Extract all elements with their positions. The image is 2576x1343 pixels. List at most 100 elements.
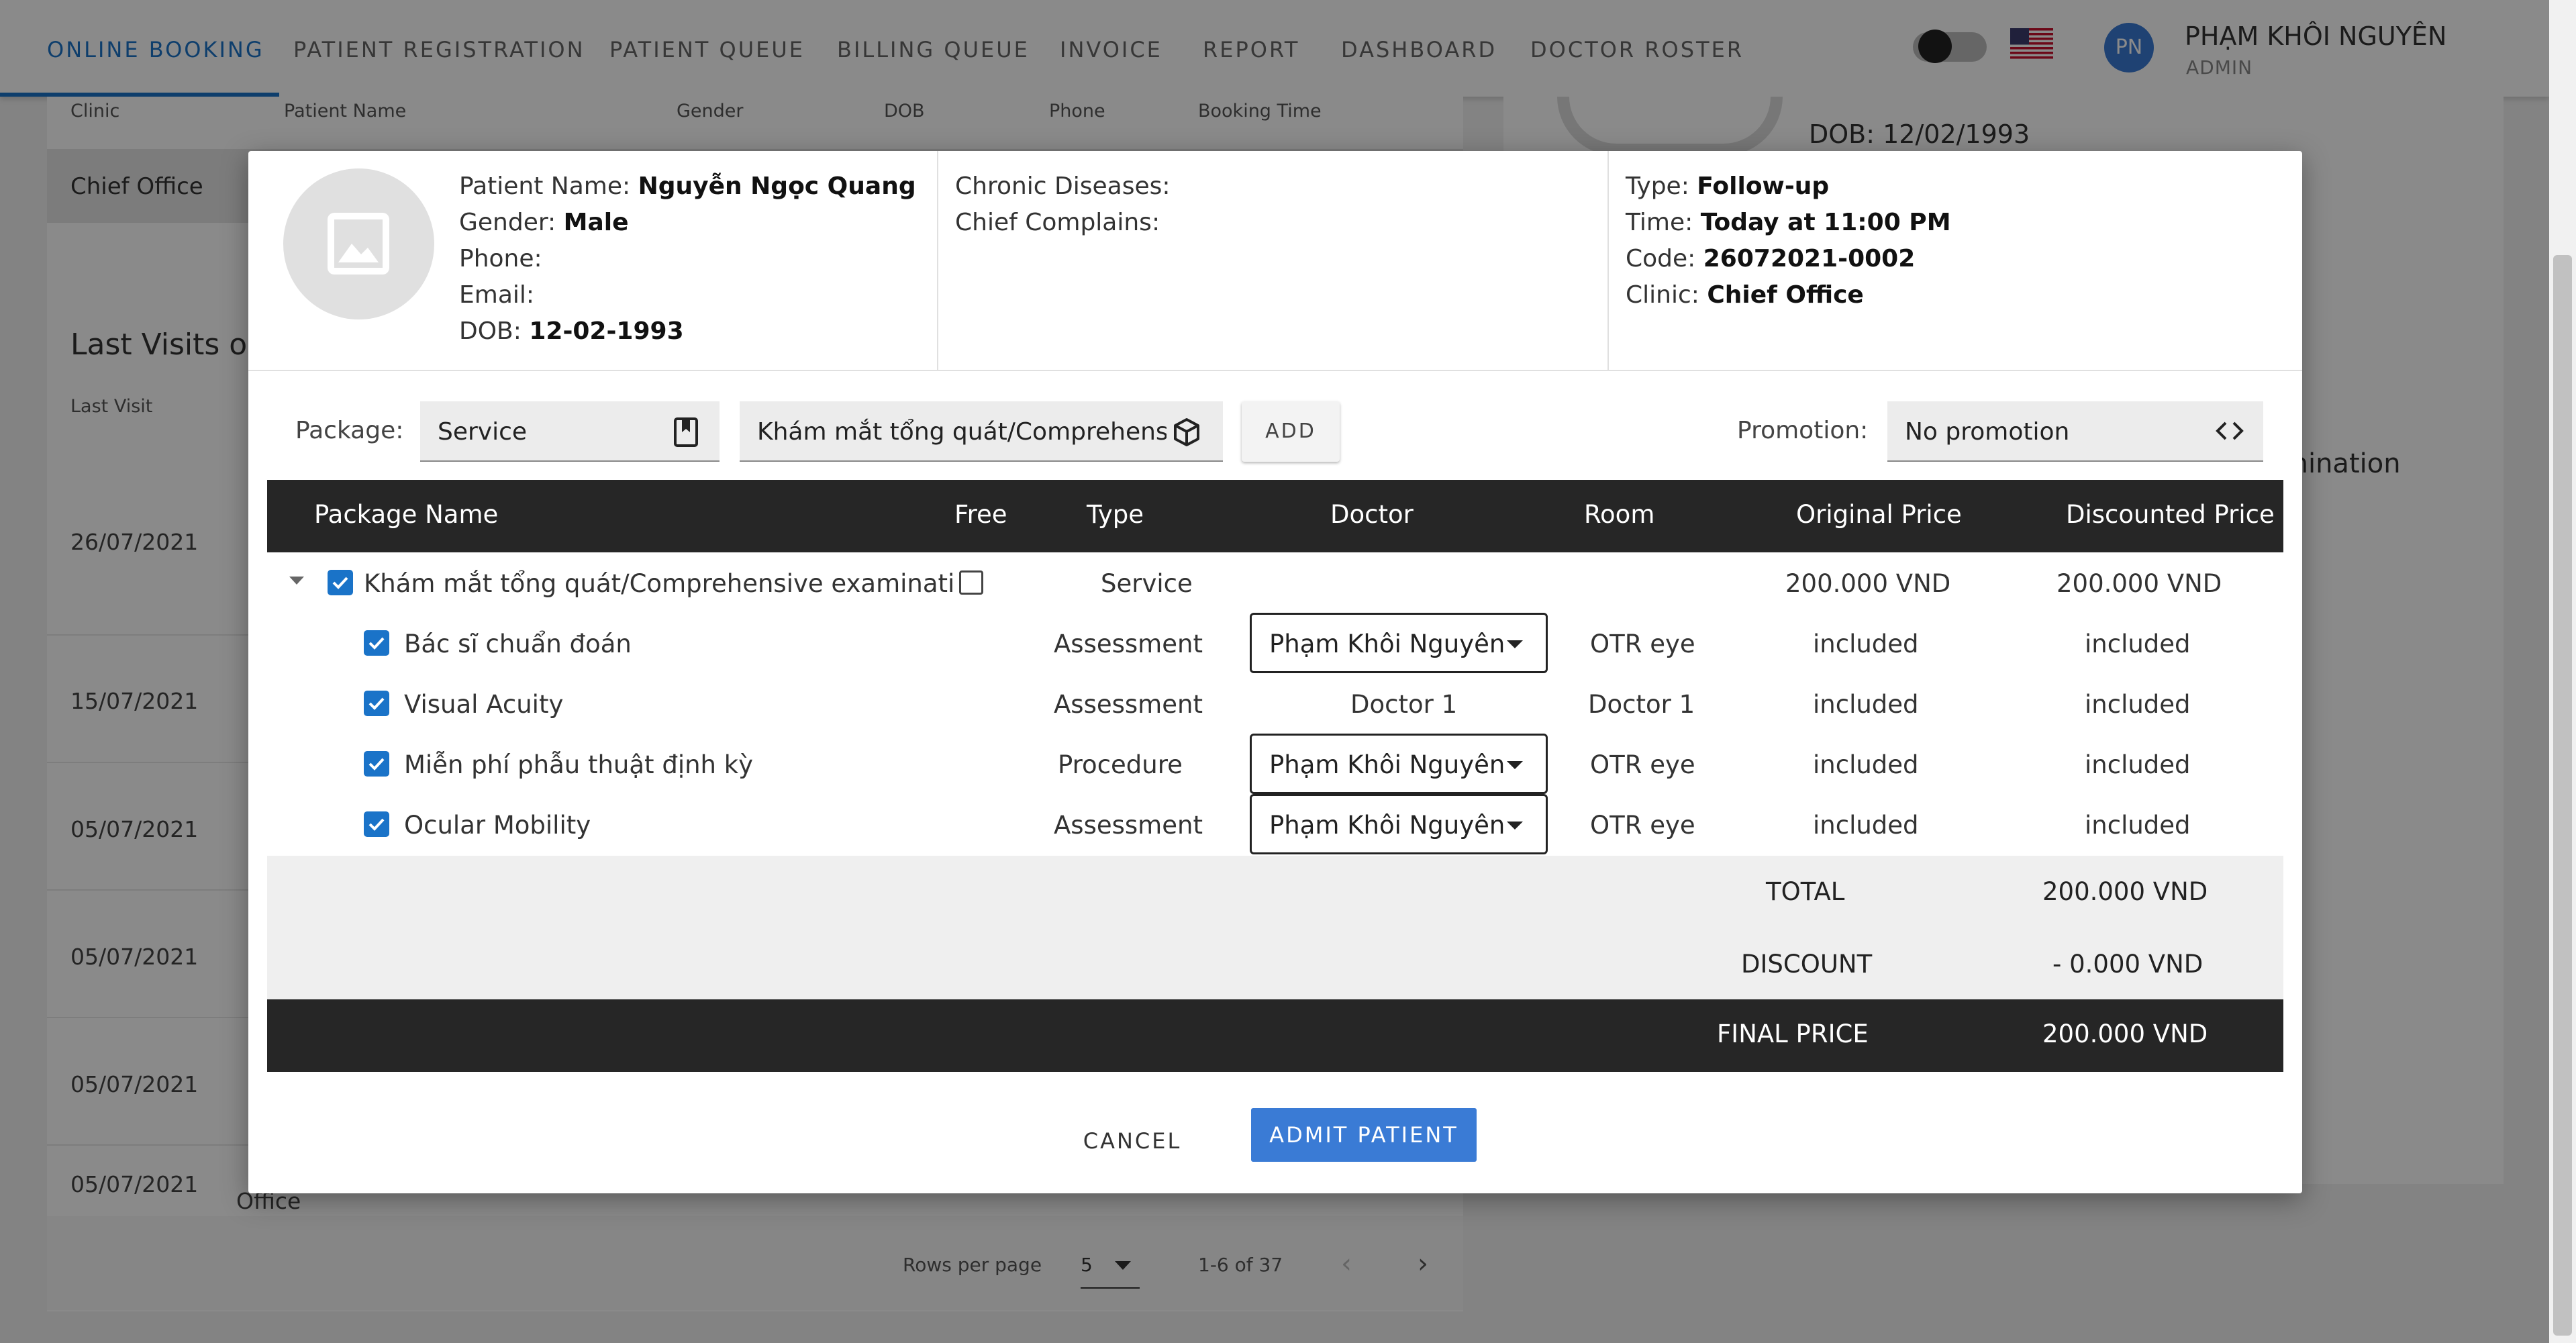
package-discounted-price: 200.000 VND xyxy=(2057,569,2222,598)
column-header-discounted-price: Discounted Price xyxy=(2066,500,2275,529)
admit-patient-dialog: Patient Name: Nguyễn Ngọc Quang Gender: … xyxy=(248,151,2302,1193)
service-type: Assessment xyxy=(1054,690,1203,719)
patient-gender: Male xyxy=(563,209,629,236)
service-original-price: included xyxy=(1813,750,1919,779)
service-doctor: Doctor 1 xyxy=(1350,690,1458,719)
doctor-select-value: Phạm Khôi Nguyên xyxy=(1269,750,1505,779)
booking-code: 26072021-0002 xyxy=(1703,245,1916,272)
booking-time-label: Time: xyxy=(1626,209,1693,236)
booking-type-label: Type: xyxy=(1626,172,1689,200)
package-item-select[interactable]: Khám mắt tổng quát/Comprehensi xyxy=(740,401,1223,462)
collapse-caret-icon[interactable] xyxy=(289,575,305,588)
service-original-price: included xyxy=(1813,811,1919,840)
add-package-button[interactable]: ADD xyxy=(1242,401,1340,462)
service-type: Assessment xyxy=(1054,630,1203,658)
booking-code-line: Code: 26072021-0002 xyxy=(1626,245,1915,272)
doctor-select-value: Phạm Khôi Nguyên xyxy=(1269,630,1505,658)
dropdown-caret-icon[interactable] xyxy=(1507,640,1523,648)
doctor-select[interactable]: Phạm Khôi Nguyên xyxy=(1250,794,1548,854)
chief-complains-label: Chief Complains: xyxy=(955,209,1160,236)
service-name: Ocular Mobility xyxy=(404,811,591,840)
chief-complains-line: Chief Complains: xyxy=(955,209,1160,236)
image-icon xyxy=(325,210,392,277)
package-checkbox[interactable] xyxy=(328,570,353,595)
booking-clinic-label: Clinic: xyxy=(1626,281,1699,309)
package-box-icon[interactable] xyxy=(1172,417,1201,450)
service-row: Visual Acuity Assessment Doctor 1 Doctor… xyxy=(267,673,2283,734)
dropdown-caret-icon[interactable] xyxy=(1507,822,1523,830)
column-header-package-name: Package Name xyxy=(314,500,499,529)
booking-code-label: Code: xyxy=(1626,245,1696,272)
final-price-value: 200.000 VND xyxy=(2042,1019,2208,1048)
scrollbar-thumb[interactable] xyxy=(2553,255,2572,1336)
doctor-select-value: Phạm Khôi Nguyên xyxy=(1269,811,1505,840)
service-name: Bác sĩ chuẩn đoán xyxy=(404,630,632,658)
package-type-value: Service xyxy=(438,418,528,446)
final-price-label: FINAL PRICE xyxy=(1717,1019,1869,1048)
service-original-price: included xyxy=(1813,630,1919,658)
patient-gender-line: Gender: Male xyxy=(459,209,629,236)
bookmark-icon[interactable] xyxy=(673,417,699,450)
patient-dob: 12-02-1993 xyxy=(529,317,684,345)
service-name: Visual Acuity xyxy=(404,690,564,719)
service-row: Ocular Mobility Assessment Phạm Khôi Ngu… xyxy=(267,794,2283,854)
package-item-value: Khám mắt tổng quát/Comprehensi xyxy=(757,418,1167,446)
patient-dob-line: DOB: 12-02-1993 xyxy=(459,317,684,345)
free-checkbox[interactable] xyxy=(959,570,983,595)
column-header-doctor: Doctor xyxy=(1330,500,1414,529)
service-checkbox[interactable] xyxy=(364,691,389,716)
phone-label: Phone: xyxy=(459,245,542,272)
service-room: OTR eye xyxy=(1590,811,1695,840)
promotion-value: No promotion xyxy=(1905,418,2070,446)
promotion-select[interactable]: No promotion xyxy=(1887,401,2263,462)
booking-time: Today at 11:00 PM xyxy=(1700,209,1951,236)
patient-email-line: Email: xyxy=(459,281,534,309)
total-label: TOTAL xyxy=(1766,877,1845,906)
email-label: Email: xyxy=(459,281,535,309)
doctor-select[interactable]: Phạm Khôi Nguyên xyxy=(1250,613,1548,673)
patient-name-line: Patient Name: Nguyễn Ngọc Quang xyxy=(459,172,916,200)
booking-type-line: Type: Follow-up xyxy=(1626,172,1829,200)
service-checkbox[interactable] xyxy=(364,751,389,777)
package-label: Package: xyxy=(295,417,404,444)
service-name: Miễn phí phẫu thuật định kỳ xyxy=(404,750,754,779)
package-type: Service xyxy=(1101,569,1193,598)
admit-patient-button[interactable]: ADMIT PATIENT xyxy=(1251,1108,1477,1162)
doctor-select[interactable]: Phạm Khôi Nguyên xyxy=(1250,734,1548,794)
patient-name: Nguyễn Ngọc Quang xyxy=(638,172,916,200)
patient-phone-line: Phone: xyxy=(459,245,542,272)
discount-value: - 0.000 VND xyxy=(2052,950,2203,979)
package-name: Khám mắt tổng quát/Comprehensive examina… xyxy=(364,569,954,598)
column-header-room: Room xyxy=(1584,500,1655,529)
service-checkbox[interactable] xyxy=(364,630,389,656)
code-brackets-icon[interactable] xyxy=(2214,419,2246,446)
column-divider xyxy=(937,151,938,370)
dropdown-caret-icon[interactable] xyxy=(1507,761,1523,769)
service-discounted-price: included xyxy=(2085,630,2191,658)
column-header-free: Free xyxy=(954,500,1007,529)
gender-label: Gender: xyxy=(459,209,556,236)
package-original-price: 200.000 VND xyxy=(1785,569,1951,598)
booking-clinic-line: Clinic: Chief Office xyxy=(1626,281,1864,309)
column-divider xyxy=(1607,151,1609,370)
service-room: Doctor 1 xyxy=(1588,690,1695,719)
promotion-label: Promotion: xyxy=(1737,417,1869,444)
booking-time-line: Time: Today at 11:00 PM xyxy=(1626,209,1951,236)
cancel-button[interactable]: CANCEL xyxy=(1069,1111,1196,1171)
service-room: OTR eye xyxy=(1590,750,1695,779)
total-value: 200.000 VND xyxy=(2042,877,2208,906)
service-type: Assessment xyxy=(1054,811,1203,840)
column-header-original-price: Original Price xyxy=(1796,500,1962,529)
final-price-row: FINAL PRICE 200.000 VND xyxy=(267,999,2283,1072)
chronic-diseases-line: Chronic Diseases: xyxy=(955,172,1171,200)
service-discounted-price: included xyxy=(2085,690,2191,719)
patient-photo xyxy=(283,168,434,319)
service-checkbox[interactable] xyxy=(364,811,389,837)
service-discounted-price: included xyxy=(2085,811,2191,840)
chronic-diseases-label: Chronic Diseases: xyxy=(955,172,1171,200)
package-row: Khám mắt tổng quát/Comprehensive examina… xyxy=(267,552,2283,613)
service-row: Miễn phí phẫu thuật định kỳ Procedure Ph… xyxy=(267,734,2283,794)
service-room: OTR eye xyxy=(1590,630,1695,658)
patient-name-label: Patient Name: xyxy=(459,172,631,200)
package-type-select[interactable]: Service xyxy=(420,401,720,462)
